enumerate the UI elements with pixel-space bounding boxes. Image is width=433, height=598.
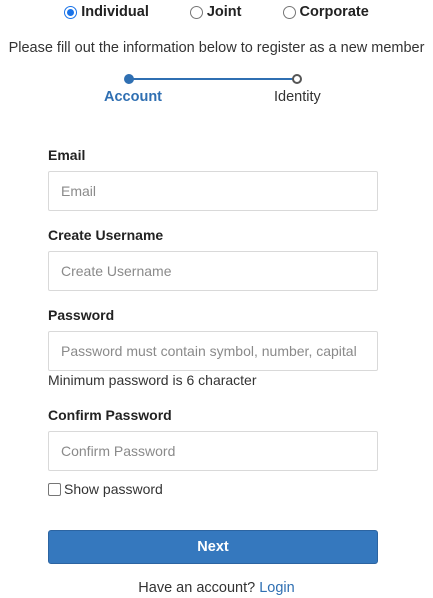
login-link[interactable]: Login: [259, 580, 294, 596]
confirm-password-field[interactable]: [48, 431, 378, 471]
account-type-corporate[interactable]: Corporate: [282, 4, 369, 20]
username-label: Create Username: [48, 227, 164, 243]
account-type-joint[interactable]: Joint: [189, 4, 242, 20]
radio-dot: [67, 8, 75, 16]
step-identity-label: Identity: [274, 89, 321, 105]
stepper-connector: [128, 78, 298, 80]
password-field[interactable]: [48, 331, 378, 371]
show-password-checkbox[interactable]: [48, 482, 61, 496]
account-type-label: Joint: [206, 4, 242, 20]
radio-button[interactable]: [282, 5, 296, 19]
email-label: Email: [48, 147, 86, 163]
email-field[interactable]: [48, 171, 378, 211]
account-type-selector: Individual Joint Corporate: [0, 4, 433, 20]
step-account-dot: [124, 74, 134, 84]
registration-page: Individual Joint Corporate Please fill o…: [0, 0, 433, 598]
account-type-label: Individual: [81, 4, 149, 20]
password-label: Password: [48, 307, 115, 323]
next-button[interactable]: Next: [48, 530, 378, 564]
radio-button-selected[interactable]: [64, 5, 78, 19]
show-password-label: Show password: [64, 481, 163, 497]
step-account-label: Account: [104, 89, 162, 105]
login-prompt: Have an account? Login: [0, 580, 433, 596]
login-prompt-text: Have an account?: [138, 580, 260, 596]
password-hint: Minimum password is 6 character: [48, 372, 257, 388]
show-password-toggle[interactable]: Show password: [48, 481, 163, 497]
intro-text: Please fill out the information below to…: [8, 40, 425, 56]
username-field[interactable]: [48, 251, 378, 291]
account-type-individual[interactable]: Individual: [64, 4, 149, 20]
radio-button[interactable]: [189, 5, 203, 19]
registration-stepper: Account Identity: [0, 72, 433, 112]
step-identity-dot: [292, 74, 302, 84]
account-type-label: Corporate: [299, 4, 369, 20]
confirm-password-label: Confirm Password: [48, 407, 172, 423]
